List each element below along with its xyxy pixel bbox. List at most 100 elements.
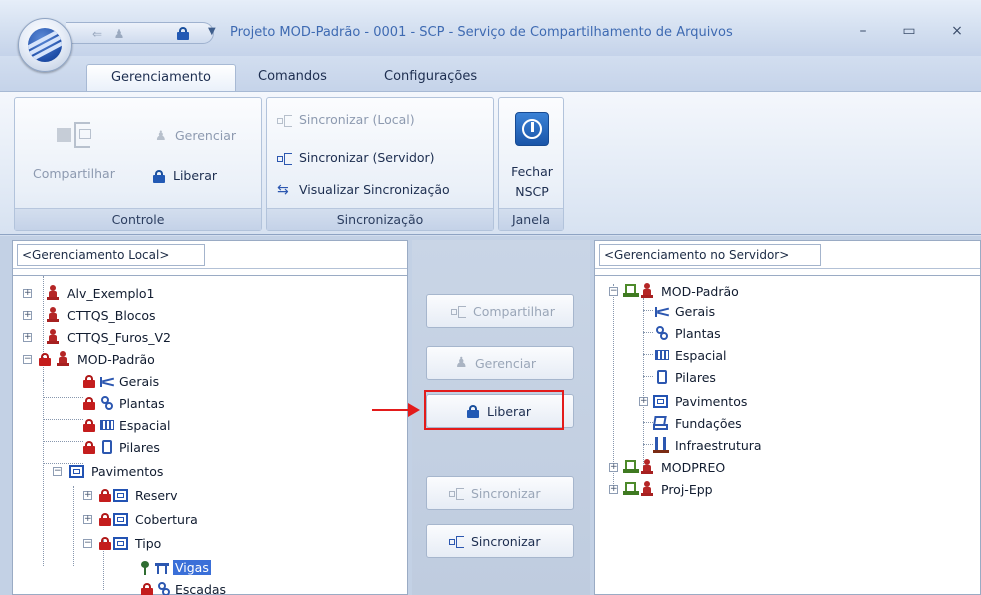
- tree-node-escadas[interactable]: Escadas: [141, 580, 226, 595]
- tree-node-cobertura[interactable]: + Cobertura: [83, 510, 198, 529]
- sincronizar-button[interactable]: Sincronizar: [426, 524, 574, 558]
- lock-icon: [153, 170, 165, 183]
- server-node-mod-padrao[interactable]: − MOD-Padrão: [609, 282, 739, 301]
- local-panel-header: <Gerenciamento Local>: [13, 241, 407, 269]
- server-node-pilares[interactable]: Pilares: [655, 368, 716, 387]
- pavimento-icon: [113, 489, 128, 502]
- server-node-pavimentos[interactable]: + Pavimentos: [639, 392, 747, 411]
- lock-icon: [83, 419, 95, 432]
- sync-arrows-icon: ⇆: [277, 182, 289, 198]
- annotation-highlight-box: [424, 390, 564, 430]
- pilares-icon: [102, 440, 112, 454]
- tree-node-reserv[interactable]: + Reserv: [83, 486, 178, 505]
- tree-node-gerais[interactable]: Gerais: [83, 372, 159, 391]
- gerais-icon: [655, 305, 670, 317]
- server-view-selector[interactable]: <Gerenciamento no Servidor>: [599, 244, 821, 266]
- group-controle: Compartilhar ♟ Gerenciar Liberar Control…: [14, 97, 262, 231]
- application-menu-button[interactable]: [18, 18, 72, 72]
- collapse-icon[interactable]: −: [609, 287, 618, 296]
- ribbon-tabs: Gerenciamento Comandos Configurações: [0, 56, 981, 92]
- sync-servidor-button[interactable]: Sincronizar (Servidor): [277, 150, 435, 165]
- collapse-icon[interactable]: −: [83, 539, 92, 548]
- share-icon: [451, 306, 467, 318]
- tree-node-tipo[interactable]: − Tipo: [83, 534, 161, 553]
- escadas-icon: [157, 582, 171, 595]
- server-node-fundacoes[interactable]: Fundações: [653, 414, 742, 433]
- server-node-proj-epp[interactable]: + Proj-Epp: [609, 480, 713, 499]
- tree-node-espacial[interactable]: Espacial: [83, 416, 170, 435]
- manage-icon: ♟: [455, 355, 468, 371]
- share-icon[interactable]: ⇐: [88, 26, 106, 42]
- maximize-button[interactable]: ▭: [898, 22, 920, 40]
- nscp-label[interactable]: NSCP: [510, 184, 554, 199]
- expand-icon[interactable]: +: [83, 515, 92, 524]
- espacial-icon: [655, 348, 669, 362]
- pilares-icon: [657, 370, 667, 384]
- gerenciar-action-button[interactable]: ♟ Gerenciar: [426, 346, 574, 380]
- person-icon: [47, 307, 59, 323]
- group-label-controle: Controle: [15, 208, 261, 230]
- sync-server-icon: [277, 153, 293, 165]
- tab-comandos[interactable]: Comandos: [248, 64, 337, 92]
- compartilhar-button[interactable]: Compartilhar: [33, 166, 115, 181]
- server-icon: [623, 460, 639, 474]
- server-panel-header: <Gerenciamento no Servidor>: [595, 241, 980, 269]
- lock-icon[interactable]: [174, 25, 192, 43]
- tree-node-cttqs-blocos[interactable]: + CTTQS_Blocos: [23, 306, 156, 325]
- expand-icon[interactable]: +: [23, 333, 32, 342]
- infraestrutura-icon: [653, 437, 669, 453]
- lock-icon: [99, 489, 111, 502]
- expand-icon[interactable]: +: [83, 491, 92, 500]
- expand-icon[interactable]: +: [609, 463, 618, 472]
- sync-icon: [449, 488, 465, 500]
- lock-icon: [83, 375, 95, 388]
- lock-icon: [39, 353, 51, 366]
- fechar-label[interactable]: Fechar: [510, 164, 554, 179]
- local-panel: <Gerenciamento Local> + Alv_Exemplo1 + C…: [12, 240, 408, 595]
- person-icon: [47, 285, 59, 301]
- server-node-gerais[interactable]: Gerais: [655, 302, 715, 321]
- server-node-plantas[interactable]: Plantas: [655, 324, 721, 343]
- manage-icon: ♟: [155, 129, 167, 144]
- server-node-infraestrutura[interactable]: Infraestrutura: [653, 436, 762, 455]
- server-node-espacial[interactable]: Espacial: [655, 346, 726, 365]
- visualizar-sync-button[interactable]: ⇆ Visualizar Sincronização: [277, 182, 450, 198]
- sync-icon: [449, 536, 465, 548]
- expand-icon[interactable]: +: [609, 485, 618, 494]
- qat-dropdown-icon[interactable]: ▼: [208, 26, 216, 37]
- tree-node-vigas[interactable]: Vigas: [141, 558, 211, 577]
- lock-icon: [99, 513, 111, 526]
- group-janela: Fechar NSCP Janela: [498, 97, 564, 231]
- collapse-icon[interactable]: −: [23, 355, 32, 364]
- expand-icon[interactable]: +: [23, 311, 32, 320]
- server-tree: − MOD-Padrão Gerais Plantas Espacial Pil…: [595, 275, 980, 594]
- share-large-icon: [57, 120, 93, 148]
- minimize-button[interactable]: –: [852, 22, 874, 40]
- person-icon: [641, 283, 653, 299]
- tree-node-plantas[interactable]: Plantas: [83, 394, 165, 413]
- sync-local-button[interactable]: Sincronizar (Local): [277, 112, 415, 127]
- local-view-selector[interactable]: <Gerenciamento Local>: [17, 244, 205, 266]
- selected-item: Vigas: [173, 560, 211, 575]
- tab-gerenciamento[interactable]: Gerenciamento: [86, 64, 236, 92]
- tree-node-pilares[interactable]: Pilares: [83, 438, 160, 457]
- server-node-modpreo[interactable]: + MODPREO: [609, 458, 725, 477]
- tree-node-alv-exemplo1[interactable]: + Alv_Exemplo1: [23, 284, 154, 303]
- expand-icon[interactable]: +: [23, 289, 32, 298]
- vigas-icon: [155, 560, 169, 574]
- expand-icon[interactable]: +: [639, 397, 648, 406]
- key-icon: [141, 561, 149, 575]
- tab-configuracoes[interactable]: Configurações: [374, 64, 487, 92]
- tree-node-cttqs-furos[interactable]: + CTTQS_Furos_V2: [23, 328, 171, 347]
- sincronizar-disabled-button[interactable]: Sincronizar: [426, 476, 574, 510]
- power-icon[interactable]: [515, 112, 549, 146]
- collapse-icon[interactable]: −: [53, 467, 62, 476]
- tree-node-pavimentos[interactable]: − Pavimentos: [53, 462, 163, 481]
- manage-icon[interactable]: ♟: [110, 26, 128, 42]
- gerenciar-button[interactable]: ♟ Gerenciar: [155, 128, 236, 144]
- sync-local-icon: [277, 115, 293, 127]
- tree-node-mod-padrao[interactable]: − MOD-Padrão: [23, 350, 155, 369]
- compartilhar-action-button[interactable]: Compartilhar: [426, 294, 574, 328]
- liberar-button[interactable]: Liberar: [151, 168, 217, 183]
- close-button[interactable]: ×: [946, 22, 968, 40]
